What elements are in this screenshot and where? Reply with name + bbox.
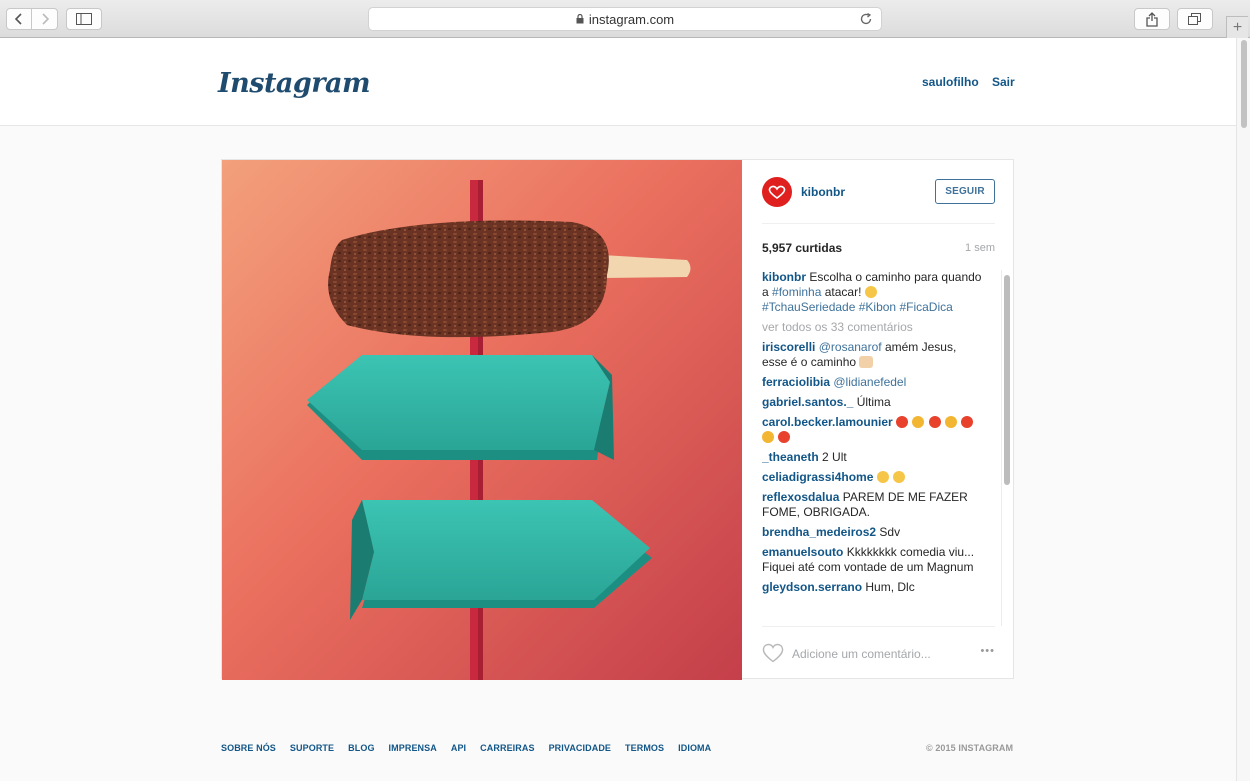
huffing-emoji-icon [762, 431, 774, 443]
plus-icon: + [1232, 18, 1243, 36]
comments-scroll-thumb[interactable] [1004, 275, 1010, 485]
author-username[interactable]: kibonbr [801, 185, 845, 199]
footer-link-api[interactable]: API [451, 743, 466, 753]
list-item: iriscorelli @rosanarof amém Jesus, esse … [762, 340, 984, 370]
post-photo[interactable] [222, 160, 742, 680]
comment-username[interactable]: brendha_medeiros2 [762, 525, 876, 539]
comment-text: 2 Ult [822, 450, 847, 464]
back-button[interactable] [6, 8, 32, 30]
footer-link-terms[interactable]: TERMOS [625, 743, 664, 753]
praying-hands-emoji-icon [859, 356, 874, 368]
post-actions: ••• [762, 626, 995, 680]
show-tabs-button[interactable] [1177, 8, 1213, 30]
page-scrollbar[interactable] [1236, 38, 1250, 781]
share-button[interactable] [1134, 8, 1170, 30]
mention-link[interactable]: @lidianefedel [833, 375, 906, 389]
comment-username[interactable]: ferraciolibia [762, 375, 830, 389]
grinning-emoji-icon [864, 286, 877, 298]
address-bar[interactable]: instagram.com [368, 7, 882, 31]
browser-toolbar: instagram.com + [0, 0, 1250, 38]
sidebar-icon [76, 13, 92, 25]
footer-link-about[interactable]: SOBRE NÓS [221, 743, 276, 753]
post-header: kibonbr SEGUIR [762, 160, 995, 224]
post-sidebar: kibonbr SEGUIR 5,957 curtidas 1 sem kibo… [742, 160, 1015, 680]
sidebar-toggle-button[interactable] [66, 8, 102, 30]
comment-text: Última [856, 395, 891, 409]
footer-link-privacy[interactable]: PRIVACIDADE [549, 743, 611, 753]
likes-count[interactable]: 5,957 curtidas [762, 241, 842, 255]
smiling-emoji-icon [876, 471, 889, 483]
heart-icon[interactable] [762, 643, 784, 668]
comment-username[interactable]: iriscorelli [762, 340, 815, 354]
angry-emoji-icon [896, 416, 909, 428]
angry-emoji-icon [928, 416, 941, 428]
huffing-emoji-icon [912, 416, 925, 428]
list-item: ferraciolibia @lidianefedel [762, 375, 984, 390]
chevron-left-icon [14, 13, 22, 25]
comments-scrollbar[interactable] [1001, 270, 1011, 626]
comment-username[interactable]: carol.becker.lamounier [762, 415, 893, 429]
post-card: kibonbr SEGUIR 5,957 curtidas 1 sem kibo… [221, 159, 1015, 680]
caption-text-2: atacar! [824, 285, 862, 299]
caption: kibonbr Escolha o caminho para quando a … [762, 270, 984, 315]
comment-username[interactable]: celiadigrassi4home [762, 470, 873, 484]
reload-icon[interactable] [859, 12, 873, 31]
list-item: carol.becker.lamounier [762, 415, 984, 445]
ice-cream-signpost-image [222, 160, 742, 680]
list-item: gabriel.santos._ Última [762, 395, 984, 410]
url-text: instagram.com [588, 11, 675, 27]
new-tab-button[interactable]: + [1226, 16, 1248, 38]
comment-text: Hum, Dlc [865, 580, 915, 594]
forward-button[interactable] [32, 8, 58, 30]
author-avatar[interactable] [762, 177, 792, 207]
tabs-icon [1188, 13, 1201, 25]
list-item: emanuelsouto Kkkkkkkk comedia viu... Fiq… [762, 545, 984, 575]
angry-emoji-icon [961, 416, 974, 428]
footer-link-support[interactable]: SUPORTE [290, 743, 334, 753]
more-options-button[interactable]: ••• [980, 645, 995, 657]
footer-link-language[interactable]: IDIOMA [678, 743, 711, 753]
footer-link-blog[interactable]: BLOG [348, 743, 374, 753]
profile-link[interactable]: saulofilho [922, 75, 979, 89]
list-item: celiadigrassi4home [762, 470, 984, 485]
comments-list: kibonbr Escolha o caminho para quando a … [762, 270, 984, 628]
logout-link[interactable]: Sair [992, 75, 1015, 89]
copyright: © 2015 INSTAGRAM [926, 743, 1014, 753]
footer-link-careers[interactable]: CARREIRAS [480, 743, 534, 753]
angry-emoji-icon [778, 431, 791, 443]
kibon-heart-icon [768, 185, 786, 199]
comment-text: Sdv [879, 525, 901, 539]
instagram-logo[interactable]: Instagram [218, 68, 371, 99]
view-all-comments-link[interactable]: ver todos os 33 comentários [762, 320, 984, 335]
hashtag-link[interactable]: #fominha [772, 285, 821, 299]
list-item: _theaneth 2 Ult [762, 450, 984, 465]
chevron-right-icon [41, 13, 49, 25]
comment-username[interactable]: gabriel.santos._ [762, 395, 853, 409]
history-nav [6, 8, 58, 30]
comment-username[interactable]: gleydson.serrano [762, 580, 862, 594]
site-header: Instagram saulofilho Sair [0, 38, 1236, 126]
list-item: reflexosdalua PAREM DE ME FAZER FOME, OB… [762, 490, 984, 520]
footer-link-press[interactable]: IMPRENSA [389, 743, 437, 753]
huffing-emoji-icon [945, 416, 958, 428]
page-scroll-thumb[interactable] [1241, 40, 1247, 128]
comment-username[interactable]: _theaneth [762, 450, 819, 464]
follow-button[interactable]: SEGUIR [935, 179, 995, 204]
comment-username[interactable]: emanuelsouto [762, 545, 843, 559]
list-item: brendha_medeiros2 Sdv [762, 525, 984, 540]
list-item: gleydson.serrano Hum, Dlc [762, 580, 984, 595]
lock-icon [576, 14, 584, 24]
hashtags-link[interactable]: #TchauSeriedade #Kibon #FicaDica [762, 300, 953, 314]
caption-username[interactable]: kibonbr [762, 270, 806, 284]
footer-nav: SOBRE NÓS SUPORTE BLOG IMPRENSA API CARR… [221, 743, 725, 753]
share-icon [1146, 11, 1158, 27]
comment-username[interactable]: reflexosdalua [762, 490, 839, 504]
smiling-emoji-icon [893, 471, 906, 483]
comment-input[interactable] [792, 647, 962, 661]
post-age: 1 sem [965, 242, 995, 254]
mention-link[interactable]: @rosanarof [819, 340, 882, 354]
